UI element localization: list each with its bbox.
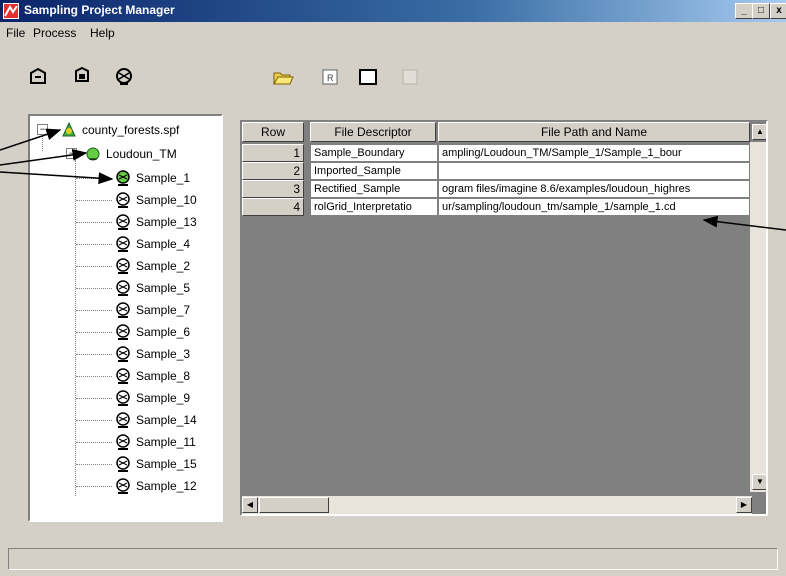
column-header-descriptor[interactable]: File Descriptor	[310, 122, 436, 142]
sample-icon	[116, 368, 130, 384]
menu-process[interactable]: Process	[33, 26, 76, 40]
sample-icon	[116, 324, 130, 340]
sample-icon	[116, 214, 130, 230]
tree-sample-label: Sample_2	[136, 259, 191, 273]
new-project-icon[interactable]	[26, 65, 50, 89]
maximize-button[interactable]: □	[752, 3, 770, 19]
cell-file-path[interactable]: ogram files/imagine 8.6/examples/loudoun…	[438, 180, 750, 198]
minimize-button[interactable]: _	[735, 3, 753, 19]
sample-icon	[116, 236, 130, 252]
close-button[interactable]: x	[770, 3, 786, 19]
tree-sample-label: Sample_14	[136, 413, 197, 427]
scroll-down-icon[interactable]: ▼	[752, 474, 766, 490]
sample-icon	[116, 412, 130, 428]
tree-sample-label: Sample_10	[136, 193, 197, 207]
menu-help[interactable]: Help	[90, 26, 115, 40]
cell-file-descriptor[interactable]: Imported_Sample	[310, 162, 438, 180]
tree-sample-label: Sample_13	[136, 215, 197, 229]
window-icon[interactable]	[356, 65, 380, 89]
menu-file[interactable]: File	[6, 26, 25, 40]
menu-bar: File Process Help	[0, 22, 786, 44]
cell-file-descriptor[interactable]: Rectified_Sample	[310, 180, 438, 198]
vertical-scrollbar[interactable]	[750, 142, 766, 492]
cell-file-path[interactable]	[438, 162, 750, 180]
sample-icon	[116, 302, 130, 318]
scroll-right-icon[interactable]: ▶	[736, 497, 752, 513]
horizontal-scrollbar[interactable]: ◀ ▶	[242, 496, 752, 514]
sample-icon	[116, 192, 130, 208]
sample-icon	[116, 280, 130, 296]
tree-sample-label: Sample_15	[136, 457, 197, 471]
cell-file-path[interactable]: ampling/Loudoun_TM/Sample_1/Sample_1_bou…	[438, 144, 750, 162]
scroll-left-icon[interactable]: ◀	[242, 497, 258, 513]
raster-icon[interactable]: R	[318, 65, 342, 89]
sample-tool-icon[interactable]	[112, 65, 136, 89]
tree-sample-label: Sample_1	[136, 171, 191, 185]
tree-sample-label: Sample_12	[136, 479, 197, 493]
horizontal-scroll-thumb[interactable]	[259, 497, 329, 513]
project-file-icon	[62, 121, 76, 137]
tree-sample-label: Sample_11	[136, 435, 196, 449]
tree-root-label: county_forests.spf	[82, 123, 180, 137]
tree-sample-label: Sample_3	[136, 347, 191, 361]
tree-project-label: Loudoun_TM	[106, 147, 177, 161]
column-header-row[interactable]: Row	[242, 122, 304, 142]
sample-icon	[116, 390, 130, 406]
app-icon	[3, 3, 19, 19]
tree-sample-label: Sample_8	[136, 369, 191, 383]
application-window: Sampling Project Manager _ □ x File Proc…	[0, 0, 786, 576]
active-sample-icon	[116, 170, 130, 186]
tree-sample-label: Sample_7	[136, 303, 191, 317]
sample-icon	[116, 258, 130, 274]
window-title: Sampling Project Manager	[24, 3, 175, 17]
disabled-window-icon	[398, 65, 422, 89]
row-number[interactable]: 3	[242, 180, 304, 198]
toolbar: R	[0, 60, 786, 96]
svg-text:R: R	[327, 73, 334, 83]
project-tree[interactable]: − − county_forests.spf Loudoun_TM Sample…	[28, 114, 223, 522]
sample-icon	[116, 456, 130, 472]
cell-file-descriptor[interactable]: Sample_Boundary	[310, 144, 438, 162]
tree-sample-label: Sample_9	[136, 391, 191, 405]
tree-sample-label: Sample_6	[136, 325, 191, 339]
status-bar	[8, 548, 778, 570]
cell-file-descriptor[interactable]: rolGrid_Interpretatio	[310, 198, 438, 216]
tree-sample-label: Sample_4	[136, 237, 191, 251]
sample-icon	[116, 434, 130, 450]
column-header-path[interactable]: File Path and Name	[438, 122, 750, 142]
root-collapse-toggle[interactable]: −	[37, 124, 48, 135]
tree-sample-label: Sample_5	[136, 281, 191, 295]
row-number[interactable]: 1	[242, 144, 304, 162]
project-collapse-toggle[interactable]: −	[66, 148, 77, 159]
sample-icon	[116, 346, 130, 362]
open-folder-icon[interactable]	[271, 65, 295, 89]
sample-icon	[116, 478, 130, 494]
scroll-up-icon[interactable]: ▲	[752, 124, 766, 140]
row-number[interactable]: 2	[242, 162, 304, 180]
project-folder-icon	[86, 147, 100, 161]
row-number[interactable]: 4	[242, 198, 304, 216]
file-table[interactable]: Row File Descriptor File Path and Name ▲…	[240, 120, 768, 516]
title-bar[interactable]: Sampling Project Manager _ □ x	[0, 0, 786, 22]
open-project-icon[interactable]	[70, 65, 94, 89]
cell-file-path[interactable]: ur/sampling/loudoun_tm/sample_1/sample_1…	[438, 198, 750, 216]
